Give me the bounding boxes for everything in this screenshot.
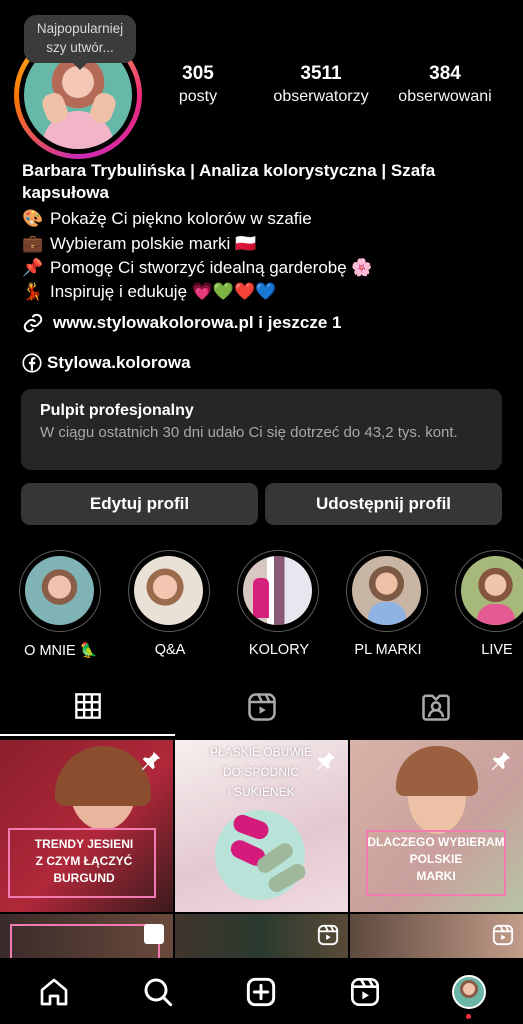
website-link[interactable]: www.stylowakolorowa.pl i jeszcze 1 — [22, 311, 341, 335]
grid-post[interactable] — [350, 914, 523, 958]
bio-line: 💃 Inspiruję i edukuję 💗💚❤️💙 — [22, 280, 502, 304]
followers-count: 3511 — [300, 63, 342, 84]
highlight-cover — [25, 556, 94, 625]
stat-posts[interactable]: 305 posty — [168, 62, 228, 108]
following-label: obserwowani — [398, 88, 492, 105]
bio-line: 🎨 Pokażę Ci piękno kolorów w szafie — [22, 207, 502, 231]
highlight-label: O MNIE 🦜 — [24, 643, 98, 659]
create-post-icon[interactable] — [245, 976, 277, 1008]
tab-tagged[interactable] — [421, 692, 451, 722]
pin-icon — [316, 751, 336, 771]
grid-post[interactable]: PŁASKIE OBUWIE DO SPÓDNIC I SUKIENEK — [175, 740, 348, 912]
following-count: 384 — [429, 63, 461, 84]
notification-dot — [466, 1014, 471, 1019]
grid-post[interactable]: TRENDY JESIENI Z CZYM ŁĄCZYĆ BURGUND — [0, 740, 173, 912]
grid-post[interactable] — [0, 914, 173, 958]
stat-following[interactable]: 384 obserwowani — [386, 62, 504, 108]
highlight-cover — [352, 556, 421, 625]
active-tab-indicator — [0, 734, 175, 736]
profile-nav-avatar[interactable] — [452, 975, 486, 1009]
tooltip-text: Najpopularniejszy utwór... — [36, 21, 124, 55]
highlight-live[interactable]: LIVE — [455, 550, 523, 658]
highlight-cover — [243, 556, 312, 625]
carousel-icon — [144, 924, 164, 944]
grid-post[interactable]: DLACZEGO WYBIERAM POLSKIE MARKI — [350, 740, 523, 912]
highlight-qa[interactable]: Q&A — [128, 550, 212, 658]
post-caption: TRENDY JESIENI Z CZYM ŁĄCZYĆ BURGUND — [34, 837, 134, 885]
bio-line: 📌 Pomogę Ci stworzyć idealną garderobę 🌸 — [22, 256, 502, 280]
profile-name: Barbara Trybulińska | Analiza kolorystyc… — [22, 161, 436, 202]
facebook-link[interactable]: Stylowa.kolorowa — [22, 351, 191, 375]
highlight-label: Q&A — [154, 642, 186, 658]
edit-profile-button[interactable]: Edytuj profil — [21, 483, 258, 525]
pin-icon — [141, 751, 161, 771]
website-link-text: www.stylowakolorowa.pl i jeszcze 1 — [53, 313, 342, 332]
highlight-o-mnie[interactable]: O MNIE 🦜 — [19, 550, 103, 659]
stat-followers[interactable]: 3511 obserwatorzy — [262, 62, 380, 108]
highlight-cover — [461, 556, 523, 625]
dashboard-title: Pulpit profesjonalny — [40, 402, 194, 419]
pushpin-icon: 📌 — [22, 258, 44, 277]
reels-icon — [248, 693, 276, 721]
bio-line: 💼 Wybieram polskie marki 🇵🇱 — [22, 232, 502, 256]
professional-dashboard[interactable]: Pulpit profesjonalny W ciągu ostatnich 3… — [21, 389, 502, 470]
search-icon[interactable] — [142, 976, 174, 1008]
highlight-label: LIVE — [481, 642, 513, 658]
home-icon[interactable] — [38, 976, 70, 1008]
followers-label: obserwatorzy — [273, 88, 369, 105]
tab-grid[interactable] — [74, 692, 102, 720]
facebook-link-text: Stylowa.kolorowa — [47, 353, 191, 372]
posts-count: 305 — [182, 63, 214, 84]
reels-nav-icon[interactable] — [349, 976, 381, 1008]
facebook-icon — [22, 353, 42, 373]
palette-icon: 🎨 — [22, 209, 44, 228]
highlight-kolory[interactable]: KOLORY — [237, 550, 321, 658]
pin-icon — [491, 751, 511, 771]
bottom-navigation — [0, 958, 523, 1024]
grid-icon — [75, 693, 101, 719]
highlight-label: KOLORY — [248, 642, 310, 658]
posts-label: posty — [178, 88, 218, 105]
grid-post[interactable] — [175, 914, 348, 958]
dashboard-subtitle: W ciągu ostatnich 30 dni udało Ci się do… — [40, 424, 458, 441]
highlight-pl-marki[interactable]: PL MARKI — [346, 550, 430, 658]
share-profile-button[interactable]: Udostępnij profil — [265, 483, 502, 525]
post-caption: DLACZEGO WYBIERAM POLSKIE MARKI — [367, 835, 505, 883]
reel-badge-icon — [317, 924, 339, 946]
reel-badge-icon — [492, 924, 514, 946]
dancer-icon: 💃 — [22, 282, 44, 301]
note-tooltip[interactable]: Najpopularniejszy utwór... — [24, 15, 136, 70]
link-icon — [22, 312, 44, 334]
tab-reels[interactable] — [247, 692, 277, 722]
highlight-label: PL MARKI — [354, 642, 422, 658]
tagged-icon — [422, 694, 450, 721]
highlight-cover — [134, 556, 203, 625]
briefcase-icon: 💼 — [22, 234, 44, 253]
